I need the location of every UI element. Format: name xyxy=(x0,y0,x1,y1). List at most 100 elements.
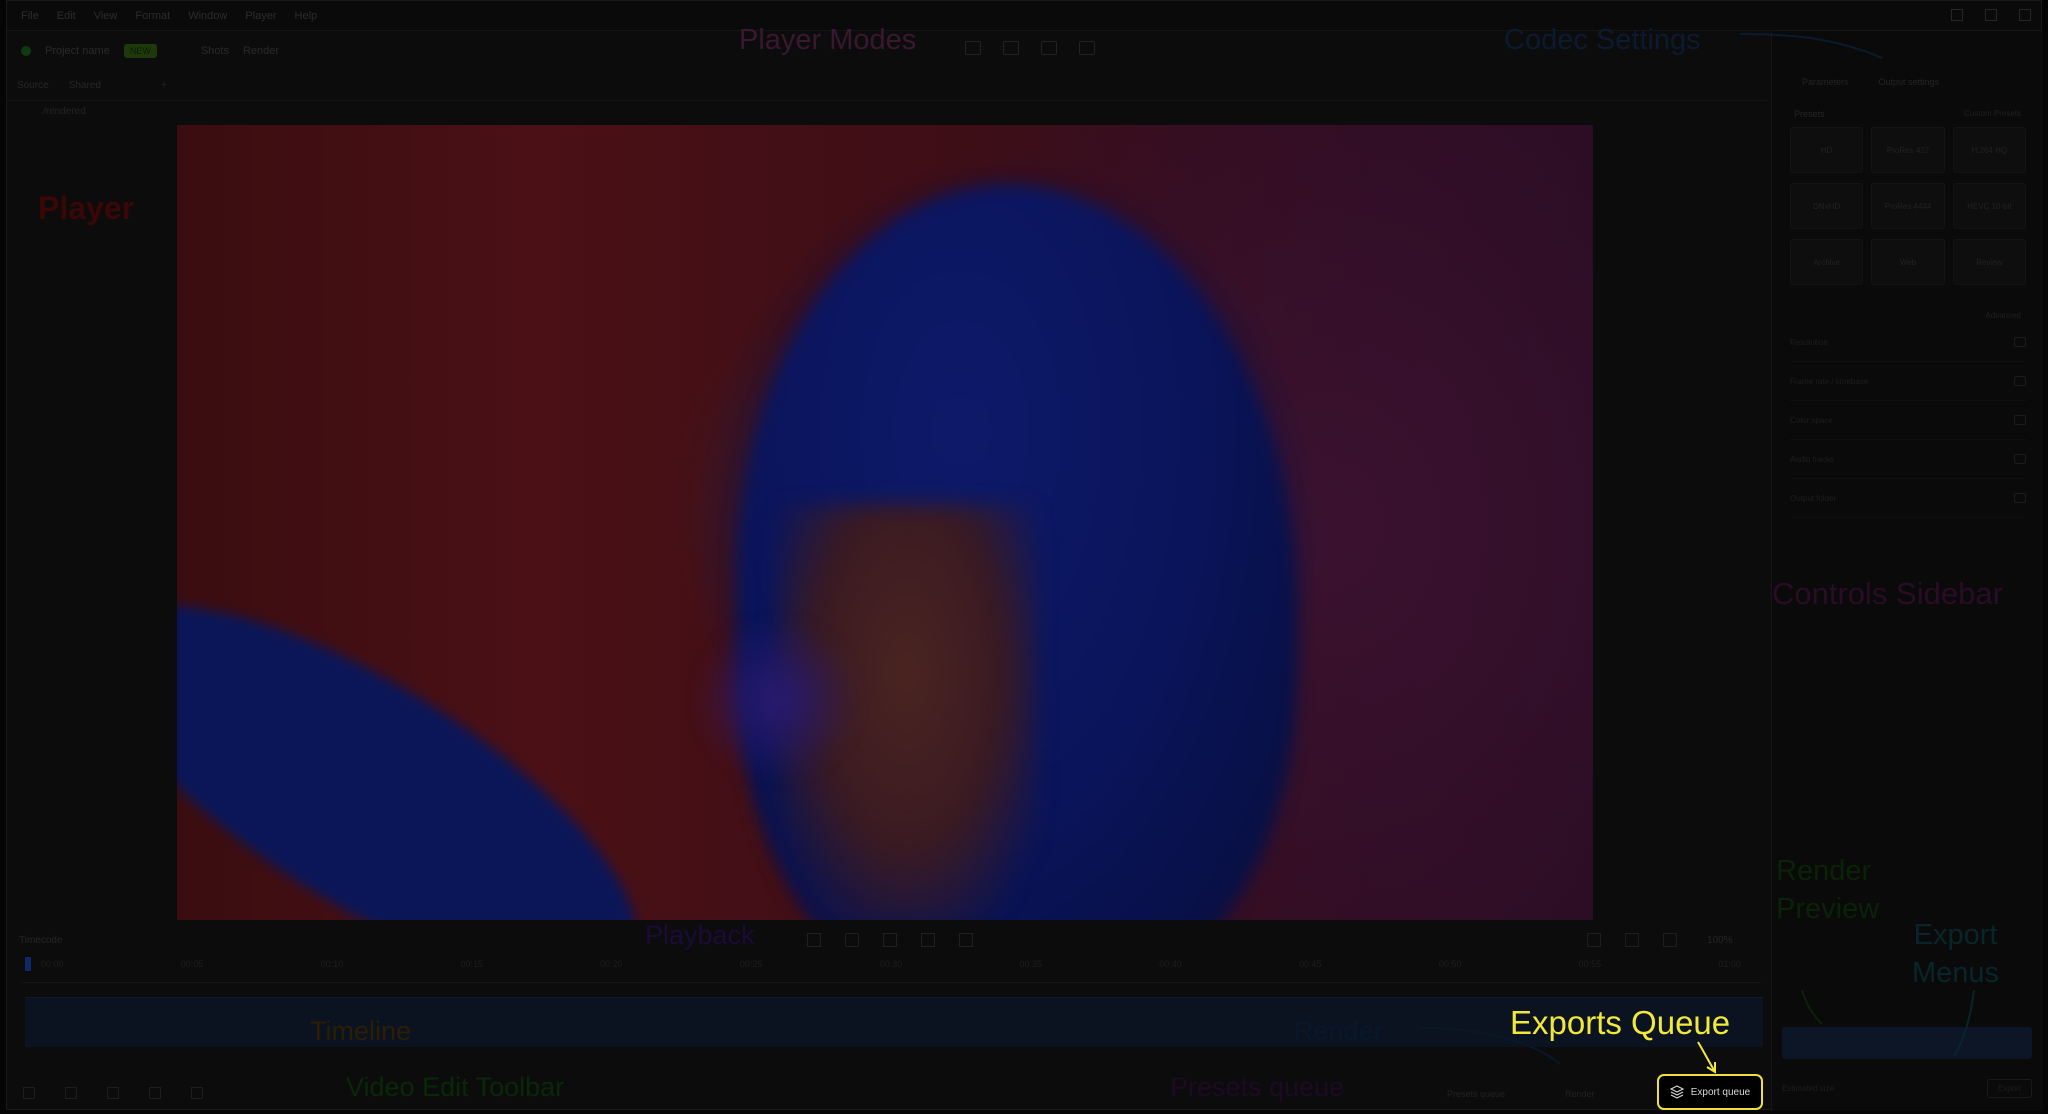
toolbar-shots[interactable]: Shots xyxy=(201,45,229,57)
advanced-link[interactable]: Advanced xyxy=(1985,311,2021,320)
maximize-icon[interactable] xyxy=(1985,9,1997,21)
annotation-line: Render xyxy=(1776,855,1872,887)
preset-grid: HD ProRes 422 H.264 HQ DNxHD ProRes 4444… xyxy=(1790,127,2026,285)
menu-player[interactable]: Player xyxy=(245,10,276,22)
play-icon[interactable] xyxy=(883,933,897,947)
playhead-handle[interactable] xyxy=(25,957,31,971)
setting-label: Output folder xyxy=(1790,493,1837,503)
new-badge: NEW xyxy=(123,44,157,58)
skip-back-icon[interactable] xyxy=(807,933,821,947)
timecode-label: Timecode xyxy=(19,935,63,946)
preset-card[interactable]: DNxHD xyxy=(1790,183,1864,229)
annotation-line: Menus xyxy=(1912,957,2000,989)
volume-icon[interactable] xyxy=(1625,933,1639,947)
export-queue-button[interactable]: Export queue xyxy=(1657,1074,1763,1110)
export-menus-arrow-icon xyxy=(1953,990,1975,1057)
export-queue-label: Export queue xyxy=(1690,1086,1751,1098)
zoom-level[interactable]: 100% xyxy=(1707,935,1733,946)
status-dot-icon xyxy=(21,46,31,56)
setting-label: Frame rate / timebase xyxy=(1790,376,1869,386)
tab-parameters[interactable]: Parameters xyxy=(1802,77,1849,87)
mode-split-icon[interactable] xyxy=(1041,41,1057,55)
fullscreen-icon[interactable] xyxy=(1663,933,1677,947)
ruler-tick: 01:00 xyxy=(1718,959,1741,969)
edit-icon[interactable] xyxy=(2014,415,2026,425)
tab-output-settings[interactable]: Output settings xyxy=(1879,77,1940,87)
step-forward-icon[interactable] xyxy=(921,933,935,947)
export-button[interactable]: Export xyxy=(1986,1078,2032,1098)
annotation-timeline: Timeline xyxy=(310,1016,412,1046)
settings-rows: Resolution Frame rate / timebase Color s… xyxy=(1790,323,2026,518)
ruler-tick: 00:30 xyxy=(879,959,903,969)
split-icon[interactable] xyxy=(65,1087,77,1099)
setting-row[interactable]: Color space xyxy=(1790,401,2026,440)
annotation-codec-settings: Codec Settings xyxy=(1504,24,1701,56)
edit-icon[interactable] xyxy=(2014,493,2026,503)
menu-edit[interactable]: Edit xyxy=(57,10,76,22)
preset-card[interactable]: Review xyxy=(1952,239,2026,285)
trim-icon[interactable] xyxy=(107,1087,119,1099)
render-button[interactable]: Render xyxy=(1565,1089,1595,1099)
skip-forward-icon[interactable] xyxy=(959,933,973,947)
setting-row[interactable]: Output folder xyxy=(1790,479,2026,518)
menu-file[interactable]: File xyxy=(21,10,39,22)
menu-bar: File Edit View Format Window Player Help xyxy=(7,1,2041,31)
add-tab-button[interactable]: + xyxy=(161,80,167,91)
setting-row[interactable]: Frame rate / timebase xyxy=(1790,362,2026,401)
loop-icon[interactable] xyxy=(1587,933,1601,947)
minimize-icon[interactable] xyxy=(1951,9,1963,21)
preset-card[interactable]: Archive xyxy=(1790,239,1864,285)
controls-sidebar: Parameters Output settings Presets Custo… xyxy=(1771,31,2043,1111)
marker-icon[interactable] xyxy=(191,1087,203,1099)
toolbar-render[interactable]: Render xyxy=(243,45,279,57)
menu-view[interactable]: View xyxy=(94,10,118,22)
render-preview-arrow-icon xyxy=(1801,990,1823,1025)
edit-icon[interactable] xyxy=(2014,337,2026,347)
setting-row[interactable]: Resolution xyxy=(1790,323,2026,362)
app-window: File Edit View Format Window Player Help… xyxy=(6,0,2043,1111)
mode-compare-icon[interactable] xyxy=(1003,41,1019,55)
video-edit-toolbar: Presets queue Render xyxy=(7,1077,1767,1111)
menu-help[interactable]: Help xyxy=(295,10,318,22)
edit-icon[interactable] xyxy=(2014,454,2026,464)
ruler-tick: 00:55 xyxy=(1578,959,1602,969)
render-arrow-icon xyxy=(1420,1027,1561,1065)
path-bar: /rendered xyxy=(43,106,86,117)
custom-presets-link[interactable]: Custom Presets xyxy=(1964,109,2021,118)
preset-card[interactable]: H.264 HQ xyxy=(1952,127,2026,173)
annotation-controls-sidebar: Controls Sidebar xyxy=(1772,576,2003,611)
presets-title: Presets xyxy=(1794,109,1825,119)
edit-icon[interactable] xyxy=(2014,376,2026,386)
preset-card[interactable]: HEVC 10-bit xyxy=(1952,183,2026,229)
ruler-tick: 00:10 xyxy=(320,959,344,969)
source-tab[interactable]: Source xyxy=(17,80,49,91)
preset-card[interactable]: HD xyxy=(1790,127,1864,173)
step-back-icon[interactable] xyxy=(845,933,859,947)
menu-format[interactable]: Format xyxy=(135,10,170,22)
close-icon[interactable] xyxy=(2019,9,2031,21)
ruler-tick: 00:35 xyxy=(1019,959,1042,969)
ruler-tick: 00:50 xyxy=(1438,959,1462,969)
setting-row[interactable]: Audio tracks xyxy=(1790,440,2026,479)
annotation-line: Preview xyxy=(1776,893,1880,925)
annotation-render: Render xyxy=(1294,1016,1383,1046)
annotation-line: Export xyxy=(1913,919,1998,951)
ruler-tick: 00:15 xyxy=(460,959,483,969)
timeline-ruler[interactable]: 00:00 00:05 00:10 00:15 00:20 00:25 00:3… xyxy=(21,959,1761,983)
video-player[interactable] xyxy=(177,125,1593,920)
preset-card[interactable]: Web xyxy=(1871,239,1945,285)
preset-card[interactable]: ProRes 4444 xyxy=(1871,183,1945,229)
crop-icon[interactable] xyxy=(149,1087,161,1099)
cut-icon[interactable] xyxy=(23,1087,35,1099)
shared-tab[interactable]: Shared xyxy=(69,80,101,91)
preset-card[interactable]: ProRes 422 xyxy=(1871,127,1945,173)
ruler-tick: 00:25 xyxy=(739,959,763,969)
render-preview-bar[interactable] xyxy=(1782,1027,2032,1059)
presets-queue-button[interactable]: Presets queue xyxy=(1447,1089,1505,1099)
export-menu-row: Estimated size Export xyxy=(1782,1075,2032,1101)
setting-label: Audio tracks xyxy=(1790,454,1835,464)
mode-grid-icon[interactable] xyxy=(1079,41,1095,55)
menu-window[interactable]: Window xyxy=(188,10,227,22)
project-name[interactable]: Project name xyxy=(45,45,110,57)
mode-single-icon[interactable] xyxy=(965,41,981,55)
